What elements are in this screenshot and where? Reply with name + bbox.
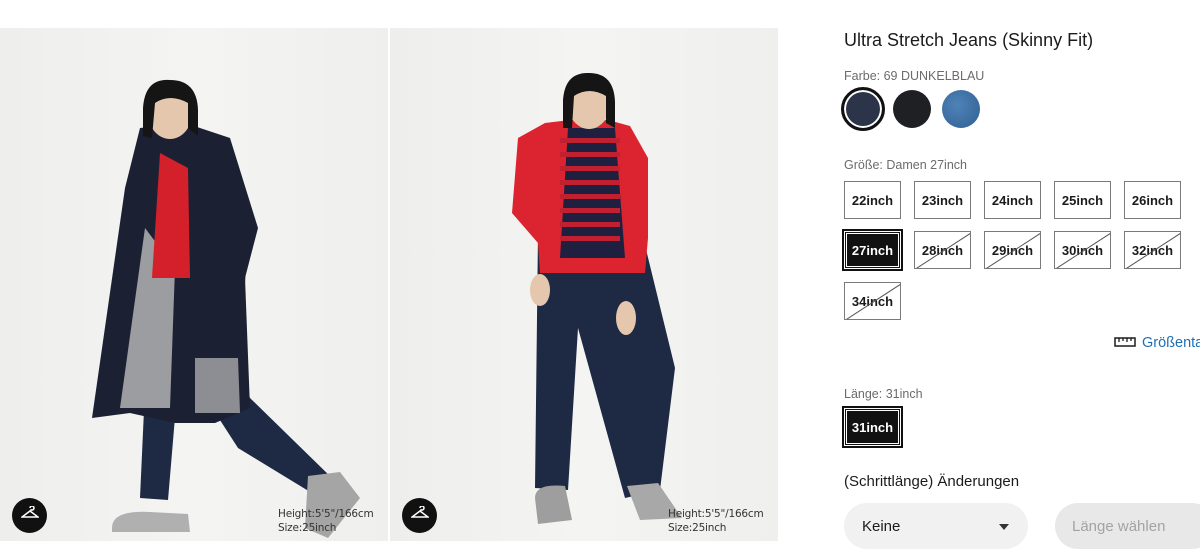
size-option-34[interactable]: 34inch [844,282,901,320]
model-size-text: Size:25inch [668,522,727,534]
size-option-30[interactable]: 30inch [1054,231,1111,269]
color-swatch-blue[interactable] [942,90,980,128]
alterations-select-value: Keine [862,517,901,535]
product-photo-2[interactable]: Height:5'5"/166cm Size:25inch [390,28,778,541]
size-option-27[interactable]: 27inch [842,229,903,271]
size-guide-label: Größentabelle [1142,335,1200,351]
color-swatches [841,87,980,131]
product-options-panel: Ultra Stretch Jeans (Skinny Fit) Farbe: … [841,0,1200,549]
size-option-28[interactable]: 28inch [914,231,971,269]
choose-length-button[interactable]: Länge wählen [1055,503,1200,549]
outfit-button-2[interactable] [402,498,437,533]
size-option-25[interactable]: 25inch [1054,181,1111,219]
model-info-2: Height:5'5"/166cm Size:25inch [668,507,764,535]
ruler-icon [1114,334,1136,352]
size-guide-link[interactable]: Größentabelle [1114,334,1200,352]
size-option-26[interactable]: 26inch [1124,181,1181,219]
model-info-1: Height:5'5"/166cm Size:25inch [278,507,374,535]
size-option-23[interactable]: 23inch [914,181,971,219]
size-label: Größe: Damen 27inch [844,158,967,172]
length-label: Länge: 31inch [844,387,923,401]
hanger-icon [409,505,430,525]
alterations-label: (Schrittlänge) Änderungen [844,473,1020,490]
color-label: Farbe: 69 DUNKELBLAU [844,69,985,83]
product-title: Ultra Stretch Jeans (Skinny Fit) [844,30,1094,50]
outfit-button-1[interactable] [12,498,47,533]
model-figure-1 [92,79,360,538]
color-swatch-black[interactable] [893,90,931,128]
chevron-down-icon [998,518,1010,535]
length-option-31[interactable]: 31inch [842,406,903,448]
size-option-32[interactable]: 32inch [1124,231,1181,269]
size-option-22[interactable]: 22inch [844,181,901,219]
product-photo-1[interactable]: Height:5'5"/166cm Size:25inch [0,28,388,541]
size-option-29[interactable]: 29inch [984,231,1041,269]
hanger-icon [19,505,40,525]
model-height-text: Height:5'5"/166cm [278,508,374,520]
size-option-24[interactable]: 24inch [984,181,1041,219]
alterations-select[interactable]: Keine [844,503,1028,549]
model-figure-2 [512,72,682,524]
model-size-text: Size:25inch [278,522,337,534]
color-swatch-dunkelblau[interactable] [841,87,885,131]
model-height-text: Height:5'5"/166cm [668,508,764,520]
